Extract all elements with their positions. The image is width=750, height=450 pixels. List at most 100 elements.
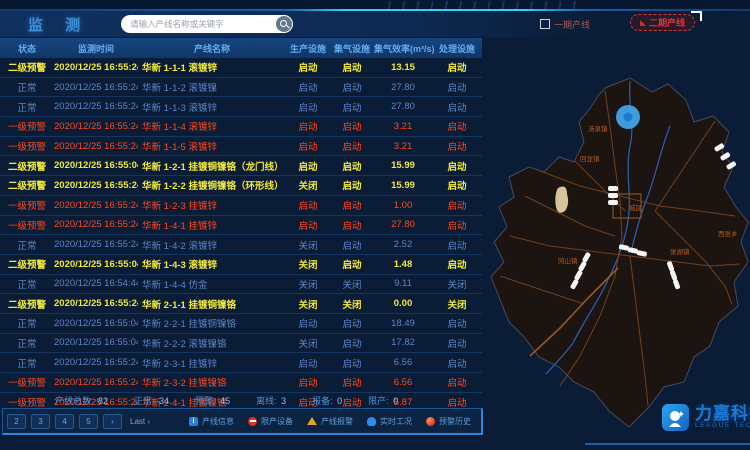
realtime-status-icon [367, 417, 376, 426]
table-row[interactable]: 二级预警2020/12/25 16:55:04华新 1-4-3 滚镀锌关闭启动1… [0, 255, 482, 275]
table-row[interactable]: 二级预警2020/12/25 16:55:24华新 1-1-1 滚镀锌启动启动1… [0, 58, 482, 78]
cell-line: 华新 2-1-1 挂镀铜镍铬 [138, 297, 286, 311]
cell-gas: 启动 [330, 100, 374, 114]
cell-line: 华新 1-4-2 滚镀锌 [138, 238, 286, 252]
last-page-button[interactable]: Last › [127, 414, 153, 429]
cell-time: 2020/12/25 16:55:04 [54, 337, 138, 348]
cell-gas: 关闭 [330, 297, 374, 311]
cell-gas: 启动 [330, 198, 374, 212]
phase1-toggle[interactable]: 一期产线 [540, 11, 590, 37]
column-header: 生产设施 [286, 42, 330, 55]
column-header: 处理设施 [432, 42, 482, 55]
cell-eff: 1.00 [374, 200, 432, 211]
cell-gas: 启动 [330, 178, 374, 192]
map-label: 张湖镇 [670, 247, 690, 256]
cell-time: 2020/12/25 16:55:04 [54, 259, 138, 270]
cell-prod: 关闭 [286, 257, 330, 271]
cell-prod: 关闭 [286, 178, 330, 192]
page-button[interactable]: 3 [31, 414, 50, 429]
cell-eff: 27.80 [374, 82, 432, 93]
cell-prod: 启动 [286, 198, 330, 212]
table-row[interactable]: 正常2020/12/25 16:55:04华新 2-2-1 挂镀铜镍铬启动启动1… [0, 314, 482, 334]
table-row[interactable]: 一级预警2020/12/25 16:55:24华新 2-3-2 挂镀镍铬启动启动… [0, 373, 482, 393]
logo-subtitle: LEAGUE TECH [695, 422, 750, 430]
legend-button-limit-production[interactable]: 限产设备 [248, 416, 293, 427]
table-row[interactable]: 二级预警2020/12/25 16:55:04华新 1-2-1 挂镀铜镍铬（龙门… [0, 156, 482, 176]
summary-item: 限产: 0 [368, 394, 398, 407]
cell-line: 华新 1-2-3 挂镀锌 [138, 198, 286, 212]
cell-treat: 启动 [432, 80, 482, 94]
phase2-label: 二期产线 [649, 16, 685, 29]
cell-treat: 启动 [432, 375, 482, 389]
map-label: 城区 [629, 204, 643, 212]
table-row[interactable]: 正常2020/12/25 16:55:24华新 1-1-2 滚镀镍启动启动27.… [0, 78, 482, 98]
cell-line: 华新 1-1-4 滚镀锌 [138, 119, 286, 133]
cell-time: 2020/12/25 16:55:24 [54, 298, 138, 309]
search-box[interactable] [121, 15, 293, 33]
cell-treat: 启动 [432, 316, 482, 330]
checkbox-icon[interactable] [540, 19, 550, 29]
cell-status: 一级预警 [0, 375, 54, 389]
page-button[interactable]: 4 [55, 414, 74, 429]
cell-prod: 关闭 [286, 336, 330, 350]
table-row[interactable]: 正常2020/12/25 16:55:24华新 2-3-1 挂镀锌启动启动6.5… [0, 353, 482, 373]
cell-status: 二级预警 [0, 257, 54, 271]
search-icon[interactable] [276, 16, 292, 32]
cell-line: 华新 2-3-1 挂镀锌 [138, 356, 286, 370]
cell-status: 正常 [0, 356, 54, 370]
cell-eff: 2.52 [374, 239, 432, 250]
cell-time: 2020/12/25 16:55:24 [54, 62, 138, 73]
legend-button-line-info[interactable]: 产线信息 [189, 416, 234, 427]
cell-line: 华新 1-1-1 滚镀锌 [138, 60, 286, 74]
table-row[interactable]: 二级预警2020/12/25 16:55:24华新 2-1-1 挂镀铜镍铬关闭关… [0, 294, 482, 314]
page-button[interactable]: 5 [79, 414, 98, 429]
cell-gas: 启动 [330, 80, 374, 94]
table-row[interactable]: 正常2020/12/25 16:54:44华新 1-4-4 仿金关闭关闭9.11… [0, 275, 482, 295]
map-marker-cluster[interactable] [616, 105, 640, 129]
phase2-button[interactable]: 二期产线 [630, 14, 695, 31]
cell-eff: 18.49 [374, 318, 432, 329]
cell-time: 2020/12/25 16:55:24 [54, 200, 138, 211]
cell-status: 二级预警 [0, 60, 54, 74]
cell-treat: 启动 [432, 159, 482, 173]
cell-status: 正常 [0, 80, 54, 94]
cell-status: 正常 [0, 238, 54, 252]
legend-button-alarm-history[interactable]: 预警历史 [426, 416, 471, 427]
cell-line: 华新 1-2-2 挂镀铜镍铬（环形线） [138, 178, 286, 192]
legend-button-line-alarm[interactable]: 产线报警 [307, 416, 353, 427]
table-row[interactable]: 一级预警2020/12/25 16:55:24华新 1-4-1 挂镀锌启动启动2… [0, 216, 482, 236]
cell-treat: 启动 [432, 100, 482, 114]
table-row[interactable]: 一级预警2020/12/25 16:55:24华新 1-2-3 挂镀锌启动启动1… [0, 196, 482, 216]
cell-eff: 6.56 [374, 377, 432, 388]
cell-line: 华新 1-1-5 滚镀锌 [138, 139, 286, 153]
corner-bracket-decor [691, 11, 702, 21]
cell-line: 华新 2-2-2 滚镀镍铬 [138, 336, 286, 350]
cell-status: 正常 [0, 336, 54, 350]
table-row[interactable]: 一级预警2020/12/25 16:55:24华新 1-1-5 滚镀锌启动启动3… [0, 137, 482, 157]
cell-gas: 启动 [330, 159, 374, 173]
cell-treat: 启动 [432, 257, 482, 271]
city-map[interactable]: 汤泉镇 回龙镇 城区 西张乡 冈山镇 张湖镇 [480, 36, 750, 450]
cell-gas: 启动 [330, 336, 374, 350]
cell-treat: 关闭 [432, 277, 482, 291]
cell-prod: 关闭 [286, 277, 330, 291]
cell-status: 二级预警 [0, 159, 54, 173]
table-row[interactable]: 正常2020/12/25 16:55:24华新 1-4-2 滚镀锌关闭启动2.5… [0, 235, 482, 255]
cell-status: 二级预警 [0, 297, 54, 311]
cell-eff: 6.56 [374, 357, 432, 368]
table-row[interactable]: 二级预警2020/12/25 16:55:24华新 1-2-2 挂镀铜镍铬（环形… [0, 176, 482, 196]
search-input[interactable] [121, 16, 276, 32]
cell-line: 华新 1-2-1 挂镀铜镍铬（龙门线） [138, 159, 286, 173]
table-row[interactable]: 正常2020/12/25 16:55:24华新 1-1-3 滚镀锌启动启动27.… [0, 97, 482, 117]
next-page-button[interactable]: › [103, 414, 122, 429]
table-row[interactable]: 正常2020/12/25 16:55:04华新 2-2-2 滚镀镍铬关闭启动17… [0, 334, 482, 354]
column-header: 集气效率(m³/s) [374, 42, 432, 55]
cell-treat: 启动 [432, 218, 482, 232]
table-row[interactable]: 一级预警2020/12/25 16:55:24华新 1-1-4 滚镀锌启动启动3… [0, 117, 482, 137]
cell-line: 华新 1-4-1 挂镀锌 [138, 218, 286, 232]
legend-label: 实时工况 [380, 416, 412, 427]
cell-prod: 启动 [286, 100, 330, 114]
pagination: 2345 › Last › [7, 414, 153, 429]
legend-button-realtime-status[interactable]: 实时工况 [367, 416, 412, 427]
page-button[interactable]: 2 [7, 414, 26, 429]
